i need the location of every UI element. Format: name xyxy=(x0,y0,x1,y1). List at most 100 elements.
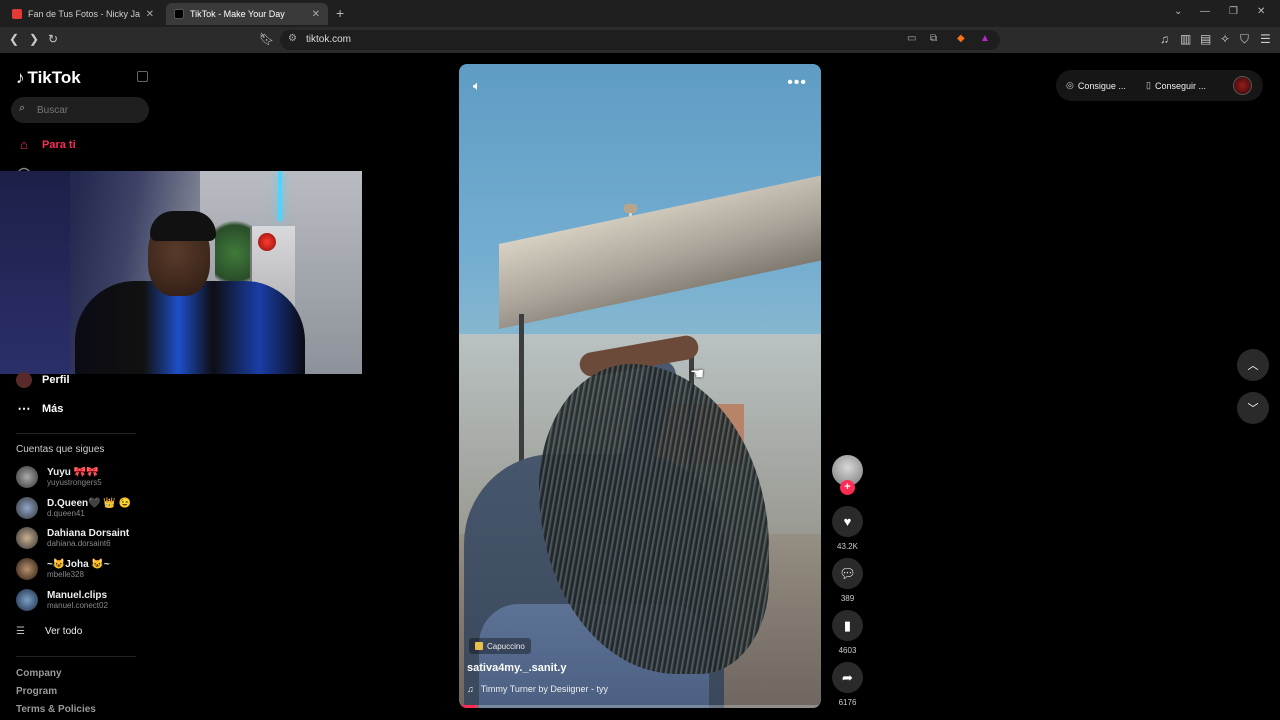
mouse-cursor-icon: ☚ xyxy=(690,366,705,383)
effect-sticker[interactable]: Capuccino xyxy=(469,638,531,654)
translate-icon[interactable]: ⧉ xyxy=(930,33,937,44)
nav-for-you[interactable]: ⌂ Para ti xyxy=(16,137,76,152)
save-button[interactable]: ▮ xyxy=(832,610,863,641)
following-account[interactable]: Manuel.clips manuel.conect02 xyxy=(16,589,108,611)
next-video-button[interactable]: ﹀ xyxy=(1237,392,1269,424)
leo-ai-icon[interactable]: ✧ xyxy=(1220,32,1230,46)
tab-title: Fan de Tus Fotos - Nicky Jam x Rome xyxy=(28,9,140,19)
footer-link-terms[interactable]: Terms & Policies xyxy=(16,704,96,715)
video-music[interactable]: ♫ Timmy Turner by Desiigner - tyy xyxy=(467,684,608,694)
tiktok-logo[interactable]: ♪ TikTok xyxy=(16,68,81,88)
share-button[interactable]: ➦ xyxy=(832,662,863,693)
media-icon[interactable]: ♫ xyxy=(1160,32,1169,46)
comment-icon: 💬︎ xyxy=(839,565,856,581)
footer-link-program[interactable]: Program xyxy=(16,686,57,697)
like-button[interactable]: ♥ xyxy=(832,506,863,537)
effect-label: Capuccino xyxy=(487,641,525,651)
get-coins-button[interactable]: ◎ Consigue ... xyxy=(1066,80,1126,91)
webcam-plant xyxy=(215,211,255,281)
collapse-sidebar-icon[interactable] xyxy=(137,71,148,82)
browser-tab[interactable]: Fan de Tus Fotos - Nicky Jam x Rome ✕ xyxy=(4,3,162,25)
account-name: D.Queen🖤 👑 😉 xyxy=(47,498,132,509)
reload-icon[interactable]: ↻ xyxy=(48,32,58,46)
url-text: tiktok.com xyxy=(306,34,352,45)
home-icon: ⌂ xyxy=(20,137,28,152)
following-account[interactable]: ~😺Joha 😺~ mbelle328 xyxy=(16,558,110,580)
app-label: Conseguir ... xyxy=(1154,80,1206,91)
avatar xyxy=(16,527,38,549)
video-scene-roof xyxy=(499,171,821,329)
nav-label: Para ti xyxy=(42,138,76,151)
video-author[interactable]: sativa4my._.sanit.y xyxy=(467,662,566,674)
tab-title: TikTok - Make Your Day xyxy=(190,9,285,19)
avatar xyxy=(16,497,38,519)
following-account[interactable]: D.Queen🖤 👑 😉 d.queen41 xyxy=(16,497,131,519)
search-input[interactable] xyxy=(37,102,142,118)
brave-rewards-icon[interactable]: ▲ xyxy=(980,33,990,44)
nav-profile[interactable]: Perfil xyxy=(16,372,70,388)
volume-icon[interactable]: 🔈︎ xyxy=(473,78,481,94)
following-account[interactable]: Dahiana Dorsaint dahiana.dorsaint6 xyxy=(16,527,129,549)
address-bar[interactable]: ⚙ tiktok.com ▭ ⧉ ◆ ▲ xyxy=(280,30,1000,50)
footer-link-company[interactable]: Company xyxy=(16,668,62,679)
brave-shield-icon[interactable]: ◆ xyxy=(957,33,965,44)
follow-plus-icon[interactable]: + xyxy=(840,480,855,495)
bookmark-icon[interactable]: 🔖︎ xyxy=(259,32,274,46)
account-handle: d.queen41 xyxy=(47,509,85,518)
avatar xyxy=(16,372,32,388)
video-scene-lamp xyxy=(624,204,637,213)
sidebar-toggle-icon[interactable]: ▥ xyxy=(1180,32,1191,46)
comment-count: 389 xyxy=(840,594,855,603)
logo-text: TikTok xyxy=(27,68,81,87)
menu-icon[interactable]: ☰ xyxy=(1260,32,1271,46)
restore-icon[interactable]: ❐ xyxy=(1229,6,1238,17)
back-icon[interactable]: ❮ xyxy=(9,32,19,46)
get-app-button[interactable]: ▯ Conseguir ... xyxy=(1146,80,1206,91)
video-progress-bar[interactable] xyxy=(459,705,821,708)
comment-button[interactable]: 💬︎ xyxy=(832,558,863,589)
effect-icon xyxy=(475,642,483,650)
search-box[interactable]: ⌕ xyxy=(11,97,149,123)
music-note-icon: ♫ xyxy=(467,684,474,694)
vpn-icon[interactable]: ⛉ xyxy=(1240,32,1249,47)
close-window-icon[interactable]: ✕ xyxy=(1257,6,1265,17)
tab-list-chevron-icon[interactable]: ⌄ xyxy=(1174,6,1182,17)
webcam-overlay xyxy=(0,171,362,374)
site-info-icon[interactable]: ⚙ xyxy=(288,33,297,44)
youtube-favicon-icon xyxy=(12,9,22,19)
video-progress-fill xyxy=(459,705,478,708)
avatar xyxy=(16,589,38,611)
see-all-button[interactable]: ☰ Ver todo xyxy=(16,626,82,637)
cast-icon[interactable]: ▭ xyxy=(907,33,916,44)
more-dots-icon: ⋯ xyxy=(17,401,31,416)
account-handle: mbelle328 xyxy=(47,570,84,579)
share-icon: ➦ xyxy=(842,669,853,685)
chevron-down-icon: ﹀ xyxy=(1247,403,1259,415)
nav-label: Más xyxy=(42,403,64,415)
account-handle: dahiana.dorsaint6 xyxy=(47,539,111,548)
close-tab-icon[interactable]: ✕ xyxy=(146,9,154,20)
nav-more[interactable]: ⋯ Más xyxy=(16,401,64,417)
heart-icon: ♥ xyxy=(843,514,852,529)
new-tab-icon[interactable]: + xyxy=(336,5,344,21)
chevron-up-icon: ︿ xyxy=(1247,360,1259,372)
previous-video-button[interactable]: ︿ xyxy=(1237,349,1269,381)
close-tab-icon[interactable]: ✕ xyxy=(312,9,320,20)
wallet-icon[interactable]: ▤ xyxy=(1200,32,1211,46)
user-avatar[interactable] xyxy=(1233,76,1252,95)
phone-icon: ▯ xyxy=(1146,80,1151,90)
list-icon: ☰ xyxy=(16,626,25,637)
more-options-icon[interactable]: ••• xyxy=(787,74,807,92)
forward-icon[interactable]: ❯ xyxy=(29,32,39,46)
webcam-person-durag xyxy=(150,211,216,241)
browser-tab-bar: Fan de Tus Fotos - Nicky Jam x Rome ✕ Ti… xyxy=(0,0,1280,27)
account-handle: yuyustrongers5 xyxy=(47,478,102,487)
browser-tab-active[interactable]: TikTok - Make Your Day ✕ xyxy=(166,3,328,25)
following-account[interactable]: Yuyu 🎀🎀 yuyustrongers5 xyxy=(16,466,102,488)
see-all-label: Ver todo xyxy=(45,626,83,637)
video-player[interactable]: 🔈︎ ••• Capuccino sativa4my._.sanit.y ♫ T… xyxy=(459,64,821,708)
coins-label: Consigue ... xyxy=(1077,80,1126,91)
browser-toolbar: ❮ ❯ ↻ 🔖︎ ⚙ tiktok.com ▭ ⧉ ◆ ▲ ♫ ▥ ▤ ✧ ⛉ … xyxy=(0,27,1280,53)
music-label: Timmy Turner by Desiigner - tyy xyxy=(480,684,608,694)
minimize-icon[interactable]: — xyxy=(1200,6,1210,17)
